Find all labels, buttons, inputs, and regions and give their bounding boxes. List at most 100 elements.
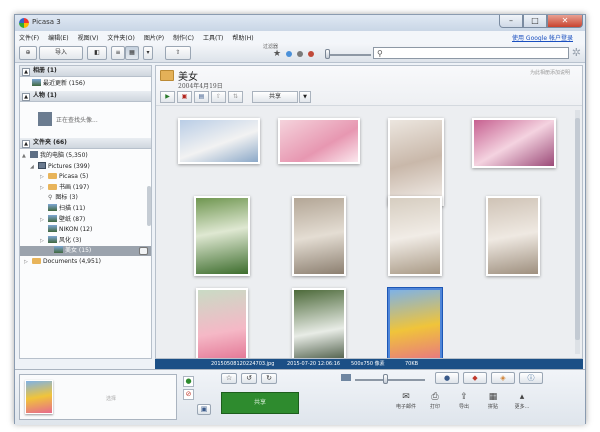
properties-panel-button[interactable]: ⓘ xyxy=(519,372,543,384)
photo-thumbnail[interactable] xyxy=(196,288,248,358)
rotate-right-icon: ↻ xyxy=(266,374,272,382)
photo-thumbnail[interactable] xyxy=(292,288,346,358)
thumbnail-size-slider-handle[interactable] xyxy=(383,374,388,384)
albums-section-header[interactable]: ▲ 相册 (1) xyxy=(20,66,151,77)
minimize-button[interactable]: – xyxy=(499,15,523,28)
album-caption-hint[interactable]: 为此相册添加说明 xyxy=(530,69,570,76)
filter-faces-icon[interactable] xyxy=(297,51,303,57)
photo-thumbnail[interactable] xyxy=(194,196,250,276)
photo-grid-scrollbar-thumb[interactable] xyxy=(575,118,580,340)
movie-button[interactable]: ▣ xyxy=(177,91,192,103)
sidebar-scrollbar[interactable] xyxy=(147,186,151,226)
sidebar-item-folder[interactable]: NIKON (12) xyxy=(20,225,151,235)
date-filter-slider-handle[interactable] xyxy=(325,49,330,59)
action-icon: ⇪ xyxy=(460,392,468,402)
sidebar-item-folder[interactable]: ◢ Pictures (399) xyxy=(20,161,151,172)
sidebar-item-folder[interactable]: ▷ 书画 (197) xyxy=(20,183,151,193)
people-panel-button[interactable]: ● xyxy=(435,372,459,384)
menu-folder[interactable]: 文件夹(O) xyxy=(107,33,134,42)
list-view-button[interactable]: ≡ xyxy=(111,46,125,60)
photo-thumbnail[interactable] xyxy=(278,118,360,164)
expand-icon[interactable]: ▷ xyxy=(40,236,48,246)
menu-edit[interactable]: 编辑(E) xyxy=(48,33,68,42)
people-section-header[interactable]: ▲ 人物 (1) xyxy=(20,91,151,102)
view-options-dropdown[interactable]: ▾ xyxy=(143,46,153,60)
rotate-left-button[interactable]: ↺ xyxy=(241,373,257,384)
title-bar[interactable]: Picasa 3 – □ ✕ xyxy=(15,15,585,31)
people-view-button[interactable]: ◧ xyxy=(87,46,107,60)
menu-create[interactable]: 制作(C) xyxy=(173,33,194,42)
tray-action-button[interactable]: ⇪ 导出 xyxy=(449,392,479,410)
clear-tray-icon[interactable]: ⊘ xyxy=(183,389,194,400)
sidebar-item-folder[interactable]: ⚲ 图标 (3) xyxy=(20,193,151,203)
add-to-album-tray-button[interactable]: ▣ xyxy=(197,404,211,415)
search-input[interactable]: ⚲ xyxy=(373,47,569,59)
thumbnail-size-slider-track[interactable] xyxy=(355,379,425,381)
thumbnail-view-button[interactable]: ▦ xyxy=(125,46,139,60)
slideshow-button[interactable]: ▶ xyxy=(160,91,175,103)
expand-icon[interactable]: ◢ xyxy=(30,162,38,172)
tray-action-button[interactable]: ▴ 更多... xyxy=(507,392,537,410)
album-date[interactable]: 2004年4月19日 xyxy=(178,81,223,90)
google-account-sign-in-link[interactable]: 使用 Google 帐户登录 xyxy=(512,33,573,42)
photo-thumbnail[interactable] xyxy=(388,196,442,276)
tray-action-button[interactable]: ⎙ 打印 xyxy=(420,392,450,410)
add-to-album-button[interactable]: ⊕ xyxy=(19,46,37,60)
collapse-icon[interactable]: ▲ xyxy=(22,93,30,101)
sidebar-item-folder[interactable]: ▷ Picasa (5) xyxy=(20,172,151,182)
photo-thumbnail[interactable] xyxy=(388,118,444,206)
tray-action-button[interactable]: ▦ 拼贴 xyxy=(478,392,508,410)
collage-button[interactable]: ▤ xyxy=(194,91,209,103)
import-button[interactable]: 导入 xyxy=(39,46,83,60)
folder-icon xyxy=(48,173,57,180)
tray-photo-thumbnail[interactable] xyxy=(25,380,53,414)
sidebar-item-selected-folder[interactable]: 美女 (15) xyxy=(20,246,151,257)
sidebar-item-folder[interactable]: ▷ 风化 (3) xyxy=(20,235,151,246)
maximize-button[interactable]: □ xyxy=(523,15,547,28)
hold-pin-icon[interactable]: ● xyxy=(183,376,194,387)
menu-file[interactable]: 文件(F) xyxy=(19,33,39,42)
tray-action-button[interactable]: ✉ 电子邮件 xyxy=(391,392,421,410)
upload-button[interactable]: ⇧ xyxy=(165,46,191,60)
star-button[interactable]: ☆ xyxy=(221,373,237,384)
folders-section-header[interactable]: ▲ 文件夹 (66) xyxy=(20,138,151,149)
share-dropdown-button[interactable]: ▼ xyxy=(299,91,311,103)
expand-icon[interactable]: ▷ xyxy=(40,215,48,225)
sidebar-item-folder[interactable]: ▲ 我的电脑 (5,350) xyxy=(20,151,151,161)
album-add-icon: ▣ xyxy=(200,405,208,413)
sidebar-item-recent[interactable]: 最近更新 (156) xyxy=(32,79,85,89)
photo-thumbnail[interactable] xyxy=(472,118,556,168)
grid-view-icon: ▦ xyxy=(129,49,135,56)
sidebar-item-folder[interactable]: ▷ Documents (4,951) xyxy=(20,257,151,267)
menu-picture[interactable]: 图片(P) xyxy=(144,33,164,42)
tags-panel-button[interactable]: ◈ xyxy=(491,372,515,384)
date-filter-slider-track[interactable] xyxy=(327,54,371,56)
expand-icon[interactable]: ▷ xyxy=(40,172,48,182)
photo-thumbnail-selected[interactable] xyxy=(388,288,442,358)
photo-thumbnail[interactable] xyxy=(292,196,346,276)
places-panel-button[interactable]: ◆ xyxy=(463,372,487,384)
sidebar-item-folder[interactable]: ▷ 壁纸 (87) xyxy=(20,214,151,225)
collapse-icon[interactable]: ▲ xyxy=(22,68,30,76)
rotate-right-button[interactable]: ↻ xyxy=(261,373,277,384)
gear-icon[interactable]: ✲ xyxy=(572,47,581,58)
share-button[interactable]: 共享 xyxy=(252,91,298,103)
photo-thumbnail[interactable] xyxy=(178,118,260,164)
menu-help[interactable]: 帮助(H) xyxy=(232,33,253,42)
expand-icon[interactable]: ▷ xyxy=(24,257,32,267)
menu-view[interactable]: 视图(V) xyxy=(78,33,99,42)
upload-album-button[interactable]: ⇧ xyxy=(211,91,226,103)
filter-starred-icon[interactable]: ★ xyxy=(273,49,281,59)
upload-folder-icon[interactable] xyxy=(139,247,148,256)
expand-icon[interactable]: ▷ xyxy=(40,183,48,193)
expand-icon[interactable]: ▲ xyxy=(22,151,30,161)
filter-video-icon[interactable] xyxy=(286,51,292,57)
filter-geotag-icon[interactable] xyxy=(308,51,314,57)
sidebar-item-folder[interactable]: 扫描 (11) xyxy=(20,204,151,214)
menu-tools[interactable]: 工具(T) xyxy=(203,33,223,42)
photo-thumbnail[interactable] xyxy=(486,196,540,276)
share-tray-button[interactable]: 共享 xyxy=(221,392,299,414)
sync-button[interactable]: ⇅ xyxy=(228,91,243,103)
collapse-icon[interactable]: ▲ xyxy=(22,140,30,148)
close-button[interactable]: ✕ xyxy=(547,15,583,28)
